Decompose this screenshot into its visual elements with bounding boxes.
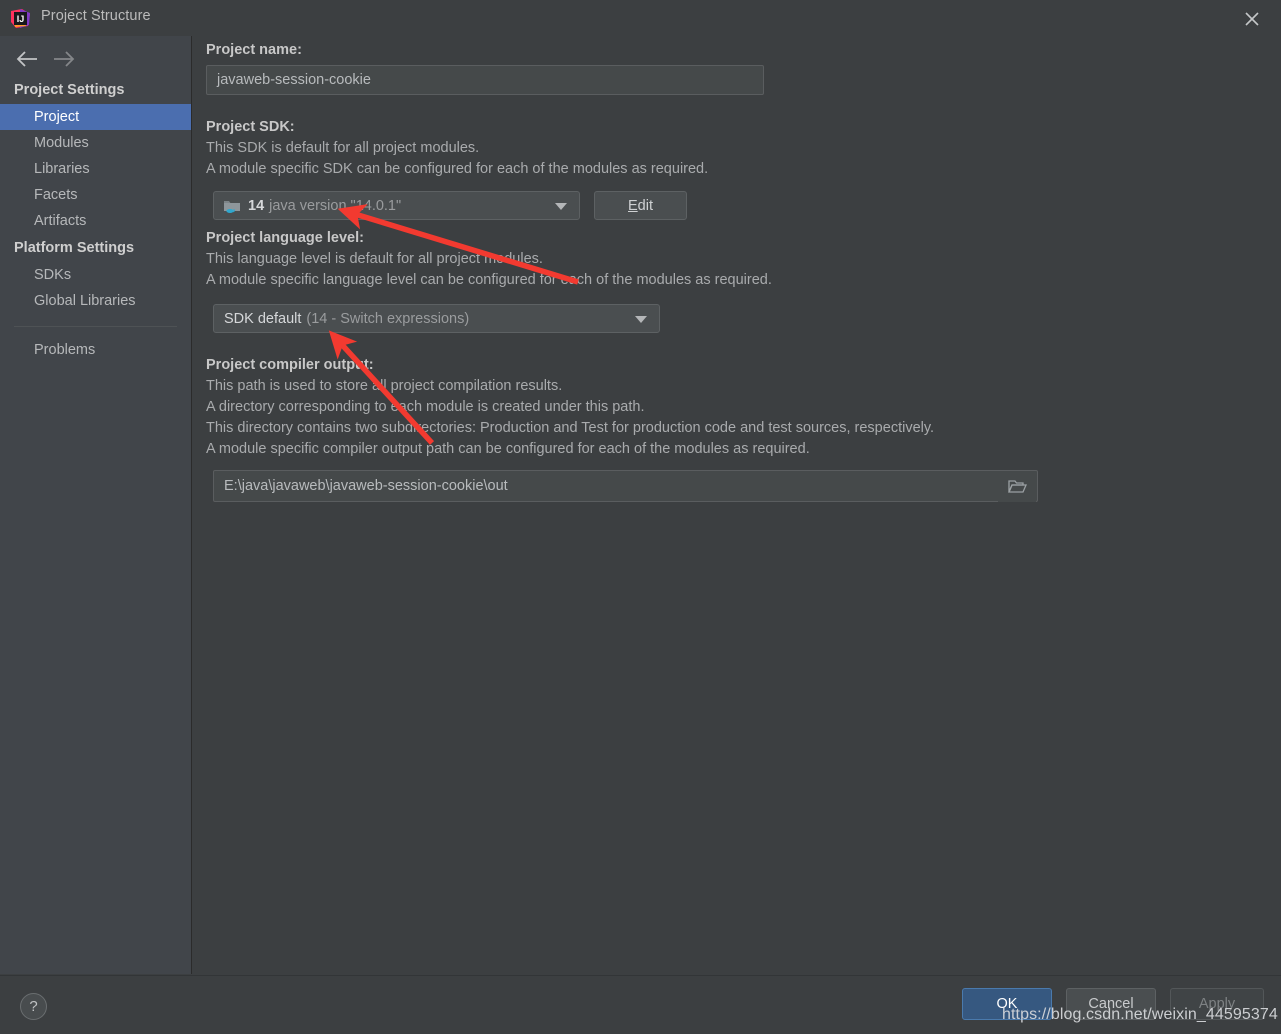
project-settings-panel: Project name: javaweb-session-cookie Pro… [193,36,1281,974]
project-sdk-selected-detail: java version "14.0.1" [269,197,402,214]
sidebar-divider [14,326,177,327]
java-sdk-folder-icon [223,198,241,218]
compiler-output-label: Project compiler output: [206,357,374,373]
chevron-down-icon [635,315,647,323]
help-button[interactable]: ? [20,993,47,1020]
forward-arrow-icon[interactable] [48,46,82,72]
watermark-text: https://blog.csdn.net/weixin_44595374 [1002,1006,1278,1023]
back-arrow-icon[interactable] [10,46,44,72]
folder-open-icon[interactable] [998,472,1036,502]
sidebar-item-sdks[interactable]: SDKs [0,262,191,288]
sidebar-item-facets[interactable]: Facets [0,182,191,208]
sidebar-group-project-settings: Project Settings [14,82,125,98]
sidebar-group-platform-settings: Platform Settings [14,240,135,256]
sidebar-item-artifacts[interactable]: Artifacts [0,208,191,234]
compiler-output-description-line-3: This directory contains two subdirectori… [206,420,935,436]
sidebar-item-problems[interactable]: Problems [0,337,191,363]
language-level-description-line-2: A module specific language level can be … [206,272,772,288]
compiler-output-path-value: E:\java\javaweb\javaweb-session-cookie\o… [224,478,508,494]
language-level-dropdown[interactable]: SDK default (14 - Switch expressions) [213,304,660,333]
svg-text:IJ: IJ [17,14,25,24]
intellij-idea-icon: IJ [10,8,31,29]
close-icon[interactable] [1241,8,1263,30]
edit-sdk-button[interactable]: Edit [594,191,687,220]
project-sdk-selected-version: 14 [248,197,265,214]
compiler-output-input[interactable]: E:\java\javaweb\javaweb-session-cookie\o… [213,470,1038,502]
sidebar-item-libraries[interactable]: Libraries [0,156,191,182]
edit-button-label-rest: dit [637,197,653,214]
settings-sidebar: Project Settings Project Modules Librari… [0,36,192,974]
project-sdk-label: Project SDK: [206,119,295,135]
sidebar-item-project[interactable]: Project [0,104,191,130]
chevron-down-icon [555,202,567,210]
compiler-output-description-line-2: A directory corresponding to each module… [206,399,645,415]
language-level-label: Project language level: [206,230,364,246]
compiler-output-description-line-1: This path is used to store all project c… [206,378,563,394]
compiler-output-description-line-4: A module specific compiler output path c… [206,441,810,457]
sidebar-item-global-libraries[interactable]: Global Libraries [0,288,191,314]
project-sdk-description-line-1: This SDK is default for all project modu… [206,140,480,156]
project-sdk-dropdown[interactable]: 14 java version "14.0.1" [213,191,580,220]
language-level-selected-detail: (14 - Switch expressions) [306,310,470,327]
project-name-label: Project name: [206,42,302,58]
project-sdk-description-line-2: A module specific SDK can be configured … [206,161,709,177]
language-level-selected-primary: SDK default [224,310,302,327]
edit-button-mnemonic: E [628,197,638,214]
project-structure-dialog: IJ Project Structure Project Settings Pr… [0,0,1281,1034]
sidebar-item-modules[interactable]: Modules [0,130,191,156]
title-bar: IJ Project Structure [0,0,1281,36]
project-name-input[interactable]: javaweb-session-cookie [206,65,764,95]
window-title: Project Structure [41,8,151,24]
language-level-description-line-1: This language level is default for all p… [206,251,543,267]
navigation-arrows [10,46,82,72]
